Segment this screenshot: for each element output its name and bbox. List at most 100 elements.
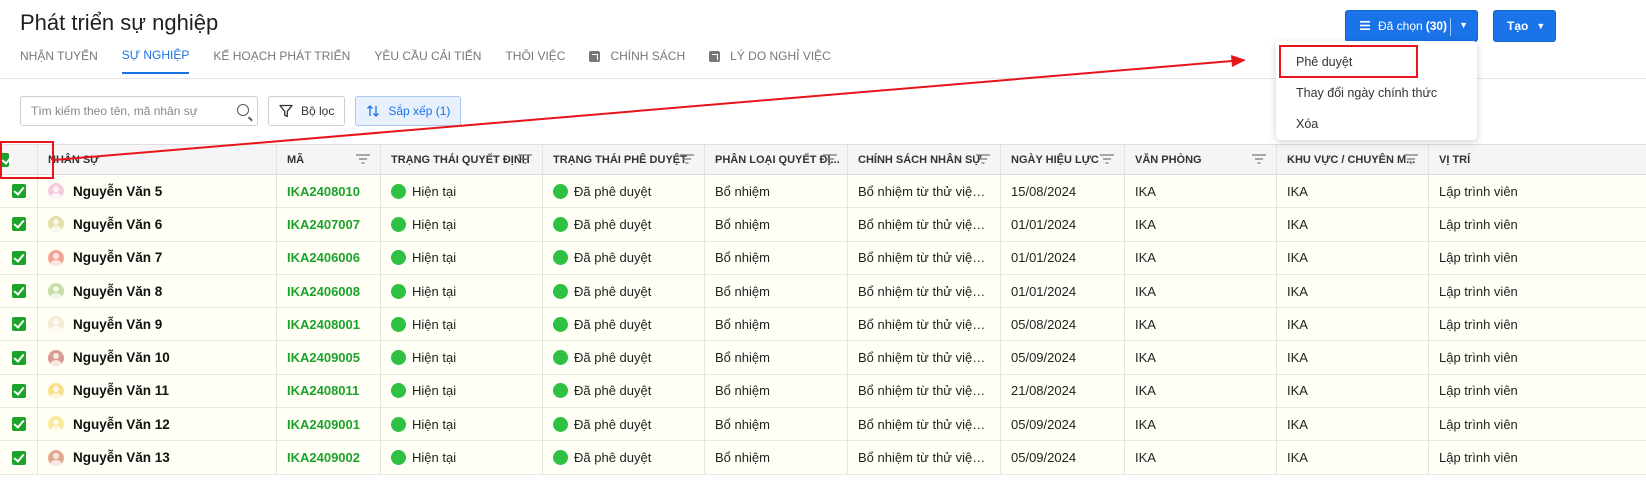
sort-button[interactable]: Sắp xếp (1): [355, 96, 462, 126]
employee-name[interactable]: Nguyễn Văn 12: [73, 417, 170, 432]
header-decision-status[interactable]: Trạng thái quyết định: [381, 145, 543, 174]
table-row[interactable]: Nguyễn Văn 7 IKA2406006 Hiện tại Đã phê duy…: [0, 241, 1646, 275]
employee-name[interactable]: Nguyễn Văn 13: [73, 450, 170, 465]
header-effective-date[interactable]: Ngày hiệu lực: [1001, 145, 1125, 174]
employee-name[interactable]: Nguyễn Văn 8: [73, 284, 162, 299]
tab-improvement-request[interactable]: Yêu cầu cải tiến: [374, 48, 481, 74]
employee-code[interactable]: IKA2409005: [287, 350, 360, 365]
status-dot-icon: [391, 383, 406, 399]
table-row[interactable]: Nguyễn Văn 12 IKA2409001 Hiện tại Đã phê du…: [0, 408, 1646, 442]
cell-text: Đã phê duyệt: [574, 183, 652, 199]
column-filter-icon[interactable]: [1100, 154, 1114, 164]
tab-resignation[interactable]: Thôi việc: [505, 48, 565, 74]
column-filter-icon[interactable]: [823, 154, 837, 164]
sort-icon: [367, 105, 380, 117]
status-dot-icon: [391, 450, 406, 466]
row-checkbox[interactable]: [11, 417, 26, 432]
cell-text: Hiện tại: [412, 283, 457, 299]
employee-name[interactable]: Nguyễn Văn 11: [73, 383, 169, 398]
decision-type-cell: Bổ nhiệm: [705, 441, 848, 474]
cell-text: 05/09/2024: [1011, 450, 1077, 466]
row-checkbox[interactable]: [11, 250, 26, 265]
table-row[interactable]: Nguyễn Văn 5 IKA2408010 Hiện tại Đã phê duy…: [0, 175, 1646, 209]
tab-policy[interactable]: Chính sách: [589, 48, 685, 74]
status-dot-icon: [391, 183, 406, 199]
employee-name[interactable]: Nguyễn Văn 6: [73, 217, 162, 232]
annotation-box-select-all: [0, 141, 54, 179]
selected-label: Đã chọn: [1378, 19, 1423, 33]
tab-recruitment[interactable]: Nhận tuyển: [20, 48, 98, 74]
tab-career[interactable]: Sự nghiệp: [121, 48, 190, 74]
cell-text: Đã phê duyệt: [574, 383, 652, 399]
status-dot-icon: [391, 250, 406, 266]
row-checkbox[interactable]: [11, 217, 26, 232]
employee-name[interactable]: Nguyễn Văn 10: [73, 350, 170, 365]
employee-code[interactable]: IKA2409001: [287, 417, 360, 432]
employee-code[interactable]: IKA2409002: [287, 450, 360, 465]
column-filter-icon[interactable]: [1252, 154, 1266, 164]
effective-date-cell: 05/09/2024: [1001, 441, 1125, 474]
table-row[interactable]: Nguyễn Văn 11 IKA2408011 Hiện tại Đã phê du…: [0, 374, 1646, 409]
header-approval-status[interactable]: Trạng thái phê duyệt: [543, 145, 705, 174]
table-row[interactable]: Nguyễn Văn 13 IKA2409002 Hiện tại Đã phê du…: [0, 441, 1646, 475]
employee-name[interactable]: Nguyễn Văn 7: [73, 250, 162, 265]
column-filter-icon[interactable]: [976, 154, 990, 164]
header-code[interactable]: Mã: [277, 145, 381, 174]
column-filter-icon[interactable]: [518, 154, 532, 164]
table-row[interactable]: Nguyễn Văn 10 IKA2409005 Hiện tại Đã phê du…: [0, 341, 1646, 375]
employee-code[interactable]: IKA2408010: [287, 184, 360, 199]
row-checkbox[interactable]: [11, 450, 26, 465]
header-employee[interactable]: Nhân sự: [38, 145, 277, 174]
column-filter-icon[interactable]: [1404, 154, 1418, 164]
approval-status-cell: Đã phê duyệt: [543, 208, 705, 241]
header-policy[interactable]: Chính sách nhân sự: [848, 145, 1001, 174]
header-region[interactable]: Khu vực / chuyên m...: [1277, 145, 1429, 174]
table-row[interactable]: Nguyễn Văn 6 IKA2407007 Hiện tại Đã phê duy…: [0, 208, 1646, 242]
employee-code[interactable]: IKA2406008: [287, 284, 360, 299]
position-cell: Lập trình viên: [1429, 408, 1646, 440]
employee-code[interactable]: IKA2408001: [287, 317, 360, 332]
create-button[interactable]: Tạo ▼: [1493, 10, 1556, 42]
table-row[interactable]: Nguyễn Văn 9 IKA2408001 Hiện tại Đã phê duy…: [0, 308, 1646, 342]
cell-text: IKA: [1287, 283, 1308, 299]
column-filter-icon[interactable]: [356, 154, 370, 164]
employee-cell: Nguyễn Văn 6: [38, 208, 277, 241]
effective-date-cell: 01/01/2024: [1001, 208, 1125, 241]
search-input[interactable]: [21, 97, 257, 125]
cell-text: Đã phê duyệt: [574, 250, 652, 266]
row-checkbox[interactable]: [11, 284, 26, 299]
status-dot-icon: [553, 383, 568, 399]
search-icon[interactable]: [237, 104, 249, 116]
header-decision-type[interactable]: Phân loại quyết đị...: [705, 145, 848, 174]
row-checkbox[interactable]: [11, 350, 26, 365]
cell-text: IKA: [1287, 416, 1308, 432]
filter-button[interactable]: Bộ lọc: [268, 96, 346, 126]
cell-text: Bổ nhiệm từ thử việc l...: [858, 383, 990, 399]
table-row[interactable]: Nguyễn Văn 8 IKA2406008 Hiện tại Đã phê duy…: [0, 274, 1646, 309]
decision-type-cell: Bổ nhiệm: [705, 208, 848, 241]
cell-text: 05/09/2024: [1011, 416, 1077, 432]
menu-item-change-official-date[interactable]: Thay đổi ngày chính thức: [1276, 77, 1477, 108]
avatar: [48, 316, 64, 333]
employee-code[interactable]: IKA2406006: [287, 250, 360, 265]
employee-code[interactable]: IKA2408011: [287, 383, 359, 398]
employee-code[interactable]: IKA2407007: [287, 217, 360, 232]
header-office[interactable]: Văn phòng: [1125, 145, 1277, 174]
selected-actions-button[interactable]: Đã chọn (30) ▼: [1345, 10, 1478, 42]
tab-resignation-reason[interactable]: Lý do nghỉ việc: [709, 48, 831, 74]
cell-text: Bổ nhiệm: [715, 250, 770, 266]
row-checkbox[interactable]: [11, 317, 26, 332]
avatar: [48, 183, 64, 200]
code-cell: IKA2409001: [277, 408, 381, 441]
tab-development-plan[interactable]: Kế hoạch phát triển: [213, 48, 350, 74]
row-select-cell: [0, 341, 38, 374]
employee-name[interactable]: Nguyễn Văn 5: [73, 184, 162, 199]
header-position[interactable]: Vị trí: [1429, 145, 1646, 174]
row-checkbox[interactable]: [11, 383, 26, 398]
column-filter-icon[interactable]: [680, 154, 694, 164]
menu-item-delete[interactable]: Xóa: [1276, 108, 1477, 139]
employee-name[interactable]: Nguyễn Văn 9: [73, 317, 162, 332]
cell-text: Hiện tại: [412, 183, 457, 199]
row-checkbox[interactable]: [11, 184, 26, 199]
caret-down-icon[interactable]: ▼: [1459, 20, 1468, 30]
